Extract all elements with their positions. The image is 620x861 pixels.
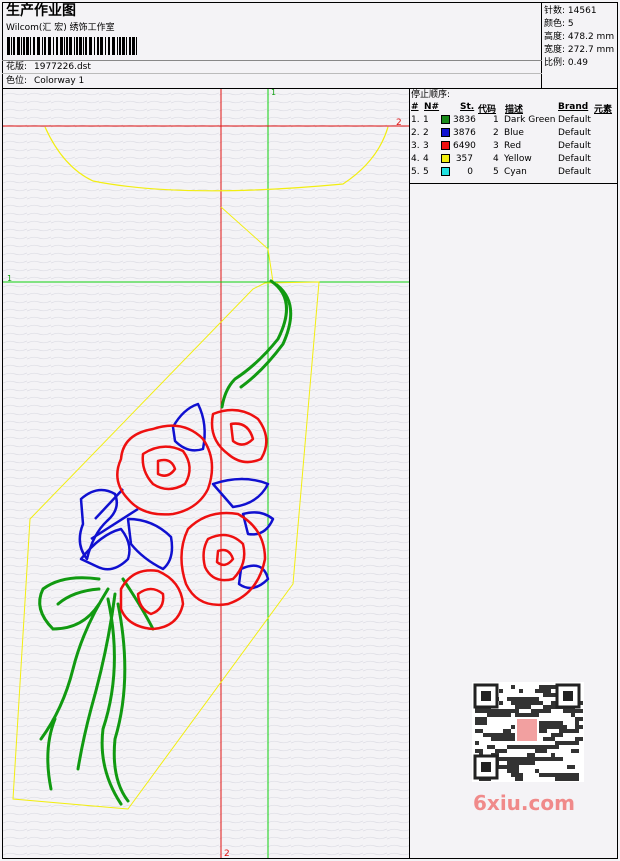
row-brand: Default: [558, 154, 591, 164]
row-index: 1.: [411, 115, 420, 125]
color-swatch: [441, 128, 450, 137]
row-stitches: 3836: [453, 115, 476, 125]
row-code: 4: [493, 154, 499, 164]
row-description: Blue: [504, 128, 524, 138]
header-rule: [2, 60, 542, 61]
row-brand: Default: [558, 167, 591, 177]
design-height: 高度: 478.2 mm: [544, 32, 615, 42]
stitch-count: 针数: 14561: [544, 6, 597, 16]
table-row[interactable]: 2. 2 3876 2 Blue Default: [410, 127, 617, 140]
guide-label-h2: 2: [396, 118, 402, 128]
color-swatch: [441, 115, 450, 124]
colorway-name: Colorway 1: [34, 76, 85, 86]
row-stitches: 6490: [453, 141, 476, 151]
row-brand: Default: [558, 115, 591, 125]
row-stitches: 3876: [453, 128, 476, 138]
color-swatch: [441, 167, 450, 176]
row-code: 1: [493, 115, 499, 125]
row-description: Cyan: [504, 167, 527, 177]
guide-label-v1: 1: [271, 89, 276, 97]
company-name: Wilcom(汇 宏) 绣饰工作室: [6, 23, 115, 33]
design-canvas[interactable]: 1 2 1 2: [3, 89, 409, 858]
row-number: 2: [423, 128, 429, 138]
row-description: Yellow: [504, 154, 532, 164]
table-row[interactable]: 1. 1 3836 1 Dark Green Default: [410, 114, 617, 127]
row-code: 2: [493, 128, 499, 138]
row-code: 3: [493, 141, 499, 151]
color-swatch: [441, 141, 450, 150]
colorway-label: 色位:: [6, 76, 28, 86]
col-stitches: St.: [460, 102, 475, 112]
col-brand: Brand: [558, 102, 589, 112]
design-file: 1977226.dst: [34, 62, 91, 72]
design-width: 宽度: 272.7 mm: [544, 45, 615, 55]
row-brand: Default: [558, 141, 591, 151]
color-swatch: [441, 154, 450, 163]
design-scale: 比例: 0.49: [544, 58, 588, 68]
row-code: 5: [493, 167, 499, 177]
embroidery-preview: 1 2 1 2: [3, 89, 409, 858]
row-number: 3: [423, 141, 429, 151]
row-stitches: 0: [467, 167, 473, 177]
row-description: Dark Green: [504, 115, 556, 125]
row-number: 4: [423, 154, 429, 164]
header-rule: [2, 73, 542, 74]
row-index: 3.: [411, 141, 420, 151]
table-row[interactable]: 5. 5 0 5 Cyan Default: [410, 166, 617, 179]
col-number: N#: [424, 102, 440, 112]
col-index: #: [411, 102, 419, 112]
design-label: 花版:: [6, 62, 28, 72]
page-title: 生产作业图: [6, 3, 76, 19]
row-index: 5.: [411, 167, 420, 177]
table-row[interactable]: 3. 3 6490 3 Red Default: [410, 140, 617, 153]
qr-code: [472, 682, 584, 782]
watermark: 6xiu.com: [473, 791, 575, 815]
row-index: 4.: [411, 154, 420, 164]
row-stitches: 357: [455, 154, 473, 164]
table-row[interactable]: 4. 4 357 4 Yellow Default: [410, 153, 617, 166]
stop-sequence-title: 停止顺序:: [411, 90, 451, 100]
panel-table-bottom: [410, 183, 618, 184]
guide-label-v2: 2: [224, 849, 230, 858]
row-description: Red: [504, 141, 522, 151]
row-number: 5: [423, 167, 429, 177]
row-brand: Default: [558, 128, 591, 138]
guide-label-h1: 1: [7, 274, 12, 283]
barcode: [7, 37, 139, 55]
color-count: 颜色: 5: [544, 19, 574, 29]
row-number: 1: [423, 115, 429, 125]
header-divider: [541, 2, 542, 89]
row-index: 2.: [411, 128, 420, 138]
